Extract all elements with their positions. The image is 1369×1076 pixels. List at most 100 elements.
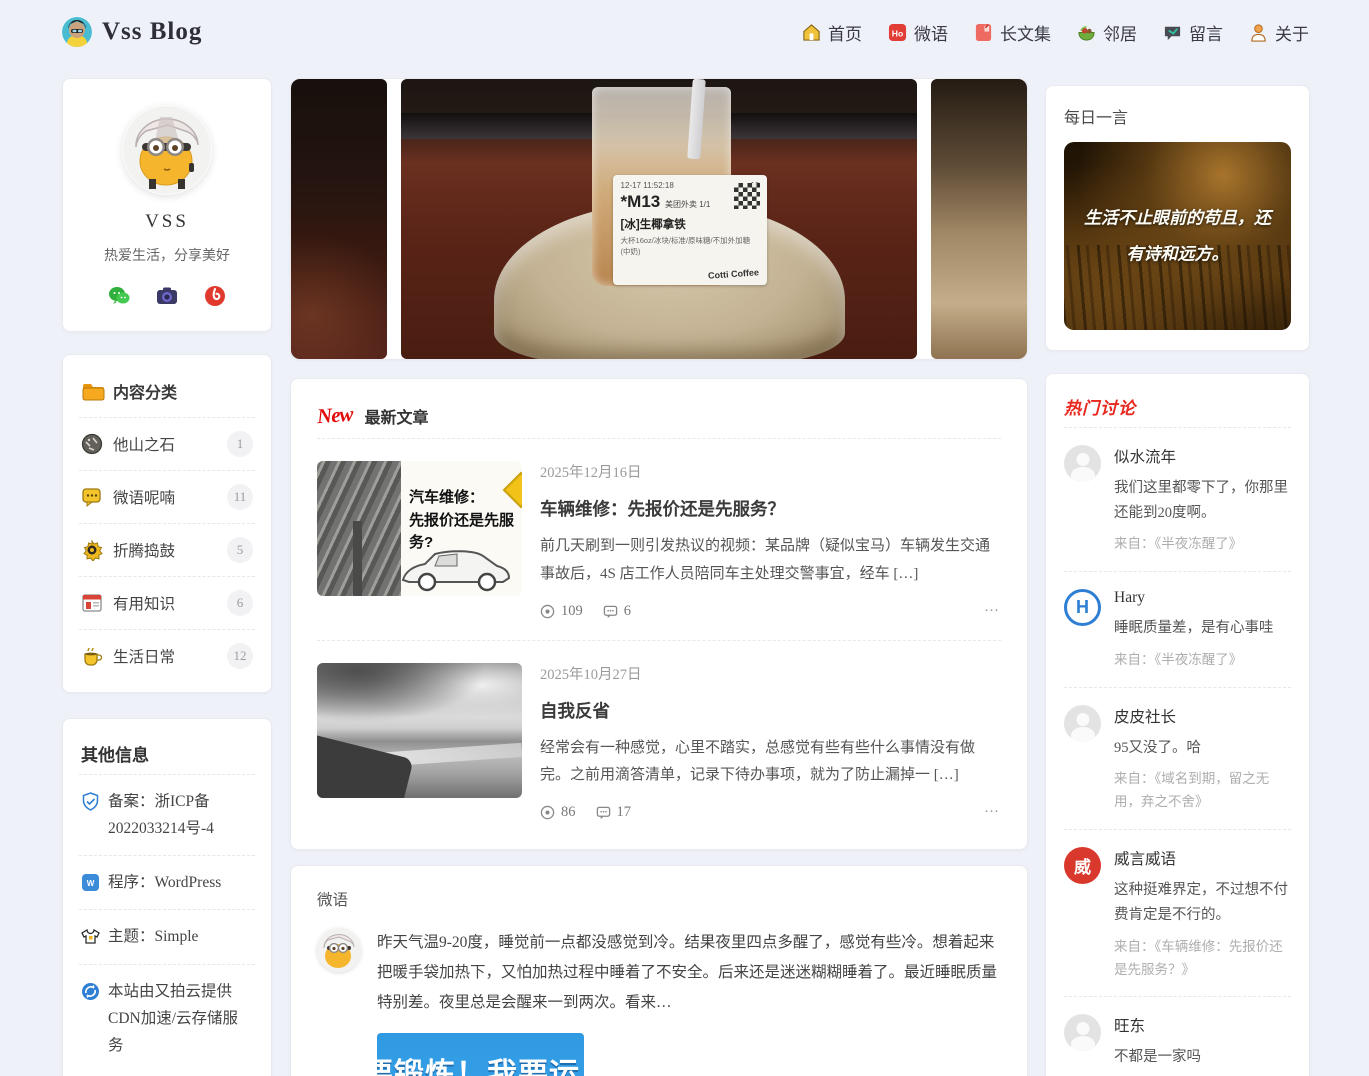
left-sidebar: VSS 热爱生活，分享美好 内容分类	[62, 78, 272, 1076]
category-item-tinker[interactable]: 折腾捣鼓 5	[79, 523, 255, 576]
nest-icon	[1077, 23, 1096, 42]
nav-item-weiyu[interactable]: Ho 微语	[888, 20, 948, 45]
article-excerpt: 经常会有一种感觉，心里不踏实，总感觉有些有些什么事情没有做完。之前用滴答清单，记…	[540, 735, 991, 791]
carousel-slide-prev[interactable]	[291, 79, 387, 359]
site-logo[interactable]: Vss Blog	[62, 17, 202, 47]
article-row[interactable]: 2025年10月27日 自我反省 经常会有一种感觉，心里不踏实，总感觉有些有些什…	[317, 640, 1001, 842]
new-badge: New	[316, 402, 353, 429]
comment-source[interactable]: 来自：《半夜冻醒了》	[1114, 649, 1291, 672]
category-count-badge: 12	[227, 643, 253, 669]
top-navbar: Vss Blog 首页 Ho 微语 长文集 邻居	[0, 0, 1369, 64]
nav-item-about[interactable]: 关于	[1249, 20, 1309, 45]
info-row-cdn[interactable]: 本站由又拍云提供CDN加速/云存储服务	[79, 964, 255, 1072]
comment-source[interactable]: 来自：《域名到期，留之无用，弃之不舍》	[1114, 768, 1291, 814]
profile-name: VSS	[79, 211, 255, 233]
carousel-slide-next[interactable]	[931, 79, 1027, 359]
tshirt-icon	[81, 927, 100, 946]
category-item-weiyu[interactable]: 微语呢喃 11	[79, 470, 255, 523]
article-title[interactable]: 车辆维修：先报价还是先服务？	[540, 496, 991, 521]
social-links	[79, 285, 255, 307]
site-title: Vss Blog	[102, 18, 202, 46]
notebook-icon	[974, 23, 993, 42]
categories-card: 内容分类 他山之石 1 微语呢喃 11 折腾捣鼓	[62, 354, 272, 693]
category-item-knowledge[interactable]: 有用知识 6	[79, 576, 255, 629]
chat-bubble-icon	[81, 486, 103, 508]
weiyu-post-image[interactable]: 要锻炼！我要运	[377, 1033, 584, 1076]
camera-icon[interactable]	[156, 285, 178, 307]
nav-item-articles[interactable]: 长文集	[974, 20, 1051, 45]
latest-articles-title: 最新文章	[365, 404, 429, 428]
label-spec: 大杯16oz/冰块/标准/原味糖/不加外加糖(中奶)	[621, 235, 760, 258]
carousel-slide-current[interactable]: 12-17 11:52:1810 *M13 美团外卖 1/1 [冰]生椰拿铁 大…	[401, 79, 917, 359]
category-count-badge: 5	[227, 537, 253, 563]
profile-tagline: 热爱生活，分享美好	[79, 245, 255, 265]
category-count-badge: 11	[227, 484, 253, 510]
article-row[interactable]: 汽车维修： 先报价还是先服务? 2025年12月16日 车辆维修：先报价还是先服…	[317, 438, 1001, 640]
browser-window-icon	[81, 592, 103, 614]
wechat-icon[interactable]	[108, 285, 130, 307]
nav-label: 邻居	[1103, 20, 1137, 45]
site-logo-avatar-icon	[62, 17, 92, 47]
upyun-cdn-icon	[81, 982, 100, 1001]
comment-text: 睡眠质量差，是有心事哇	[1114, 616, 1291, 641]
category-label: 折腾捣鼓	[113, 539, 217, 561]
nav-label: 留言	[1189, 20, 1223, 45]
discussion-item[interactable]: 似水流年 我们这里都零下了，你那里还能到20度啊。 来自：《半夜冻醒了》	[1064, 427, 1291, 571]
person-icon	[1249, 23, 1268, 42]
shield-icon	[81, 792, 100, 811]
categories-header: 内容分类	[79, 373, 255, 417]
commenter-name: Hary	[1114, 589, 1291, 607]
article-title[interactable]: 自我反省	[540, 698, 991, 723]
more-options-button[interactable]: …	[984, 599, 1001, 616]
nav-item-home[interactable]: 首页	[802, 20, 862, 45]
comments-stat: 6	[603, 603, 631, 620]
comment-text: 我们这里都零下了，你那里还能到20度啊。	[1114, 476, 1291, 525]
comment-source[interactable]: 来自：《车辆维修：先报价还是先服务？》	[1114, 936, 1291, 982]
folder-icon	[81, 380, 103, 402]
thumb-car-sketch	[395, 542, 515, 592]
article-date: 2025年10月27日	[540, 663, 991, 684]
nav-label: 首页	[828, 20, 862, 45]
article-thumbnail[interactable]	[317, 663, 522, 798]
thumb-clouds	[317, 663, 522, 737]
more-options-button[interactable]: …	[984, 800, 1001, 817]
category-item-stone[interactable]: 他山之石 1	[79, 417, 255, 470]
nav-item-neighbors[interactable]: 邻居	[1077, 20, 1137, 45]
comment-icon	[603, 604, 618, 619]
qr-code	[734, 183, 760, 209]
category-label: 微语呢喃	[113, 486, 217, 508]
comment-text: 不都是一家吗	[1114, 1045, 1291, 1070]
article-meta: 109 6	[540, 603, 991, 620]
latest-articles-card: New 最新文章 汽车维修： 先报价还是先服务? 2025年12月16日 车辆维	[290, 378, 1028, 850]
hot-discussions-card: 热门讨论 似水流年 我们这里都零下了，你那里还能到20度啊。 来自：《半夜冻醒了…	[1045, 373, 1310, 1076]
discussion-item[interactable]: 旺东 不都是一家吗 来自：《库迪没有瑞幸好喝》	[1064, 996, 1291, 1076]
info-row-theme: 主题：Simple	[79, 909, 255, 963]
commenter-name: 似水流年	[1114, 445, 1291, 467]
home-icon	[802, 23, 821, 42]
profile-avatar[interactable]	[122, 105, 212, 195]
article-thumbnail[interactable]: 汽车维修： 先报价还是先服务?	[317, 461, 522, 596]
nav-label: 关于	[1275, 20, 1309, 45]
label-sub: 美团外卖 1/1	[665, 200, 710, 209]
article-date: 2025年12月16日	[540, 461, 991, 482]
discussion-item[interactable]: H Hary 睡眠质量差，是有心事哇 来自：《半夜冻醒了》	[1064, 571, 1291, 687]
comments-stat: 17	[596, 804, 632, 821]
daily-quote-title: 每日一言	[1064, 104, 1291, 128]
commenter-avatar: 威	[1064, 847, 1101, 884]
nav-label: 长文集	[1000, 20, 1051, 45]
discussion-item[interactable]: 皮皮社长 95又没了。哈 来自：《域名到期，留之无用，弃之不舍》	[1064, 687, 1291, 830]
netease-music-icon[interactable]	[204, 285, 226, 307]
nav-item-messages[interactable]: 留言	[1163, 20, 1223, 45]
other-info-title: 其他信息	[79, 739, 255, 774]
category-item-daily[interactable]: 生活日常 12	[79, 629, 255, 682]
comment-source[interactable]: 来自：《半夜冻醒了》	[1114, 533, 1291, 556]
photo-cup-label: 12-17 11:52:1810 *M13 美团外卖 1/1 [冰]生椰拿铁 大…	[613, 175, 768, 285]
article-excerpt: 前几天刷到一则引发热议的视频：某品牌（疑似宝马）车辆发生交通事故后，4S 店工作…	[540, 533, 991, 589]
label-code: *M13	[621, 192, 661, 211]
discussion-item[interactable]: 威 威言威语 这种挺难界定，不过想不付费肯定是不行的。 来自：《车辆维修：先报价…	[1064, 829, 1291, 996]
cartoon-caption: 要锻炼！我要运	[377, 1049, 584, 1076]
label-brand: Cotti Coffee	[708, 267, 760, 281]
info-row-icp[interactable]: 备案：浙ICP备2022033214号-4	[79, 774, 255, 855]
profile-card: VSS 热爱生活，分享美好	[62, 78, 272, 332]
article-body: 2025年10月27日 自我反省 经常会有一种感觉，心里不踏实，总感觉有些有些什…	[540, 663, 1001, 822]
